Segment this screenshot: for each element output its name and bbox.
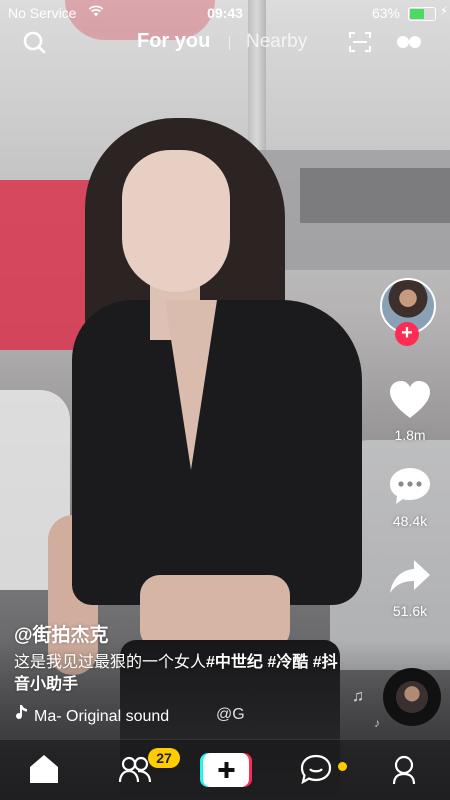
bottom-tab-bar: 27: [0, 739, 450, 800]
top-nav: For you Nearby: [0, 28, 450, 58]
hashtag[interactable]: #冷酷: [267, 654, 308, 671]
sound-artist: @G: [216, 706, 245, 723]
status-bar: No Service 09:43 63% ⚡: [0, 0, 450, 26]
video-description: 这是我见过最狠的一个女人#中世纪 #冷酷 #抖音小助手: [14, 652, 344, 696]
share-button[interactable]: 51.6k: [370, 558, 450, 619]
tab-for-you[interactable]: For you: [137, 30, 210, 53]
hashtag[interactable]: #中世纪: [206, 654, 263, 671]
figure-jacket: [72, 300, 362, 605]
creator-username[interactable]: @街拍杰克: [14, 620, 109, 647]
tab-friends[interactable]: [118, 754, 152, 786]
tab-home[interactable]: [28, 754, 62, 786]
comment-button[interactable]: 48.4k: [370, 466, 450, 529]
tab-inbox[interactable]: [300, 754, 334, 786]
comment-count: 48.4k: [392, 513, 428, 529]
creator-avatar[interactable]: +: [380, 278, 436, 346]
music-note-icon: ♫: [352, 688, 364, 705]
home-icon[interactable]: [28, 755, 60, 788]
battery-icon: [408, 7, 436, 21]
share-count: 51.6k: [392, 603, 428, 619]
sound-name: Ma- Original sound: [34, 708, 170, 725]
follow-button[interactable]: +: [395, 322, 419, 346]
like-count: 1.8m: [394, 427, 426, 443]
charging-icon: ⚡: [439, 4, 448, 18]
share-icon[interactable]: [388, 560, 432, 600]
battery-percent: 63%: [371, 5, 400, 21]
music-disc-cover: [396, 681, 428, 713]
heart-icon[interactable]: [388, 381, 432, 424]
create-button[interactable]: [200, 753, 252, 787]
comment-icon[interactable]: [388, 468, 432, 510]
description-text: 这是我见过最狠的一个女人: [14, 654, 207, 671]
inbox-icon[interactable]: [300, 754, 332, 788]
figure-face: [122, 150, 230, 292]
like-button[interactable]: 1.8m: [370, 380, 450, 443]
search-icon[interactable]: [22, 30, 46, 54]
profile-icon[interactable]: [388, 755, 420, 790]
figure-waist: [140, 575, 290, 650]
figure-neckline: [165, 300, 217, 470]
music-disc[interactable]: [383, 668, 441, 726]
tab-divider: [229, 36, 230, 50]
music-note-icon: [14, 705, 28, 726]
tab-me[interactable]: [388, 754, 422, 786]
background-shape: [300, 168, 450, 223]
inbox-notification-dot: [338, 762, 347, 771]
friends-icon[interactable]: [118, 756, 152, 788]
music-note-icon: ♪: [374, 716, 380, 730]
scan-icon[interactable]: [348, 30, 372, 54]
friends-badge: 27: [148, 748, 180, 768]
battery-fill: [410, 9, 424, 19]
live-icon[interactable]: [396, 34, 422, 50]
tab-nearby[interactable]: Nearby: [246, 31, 307, 53]
